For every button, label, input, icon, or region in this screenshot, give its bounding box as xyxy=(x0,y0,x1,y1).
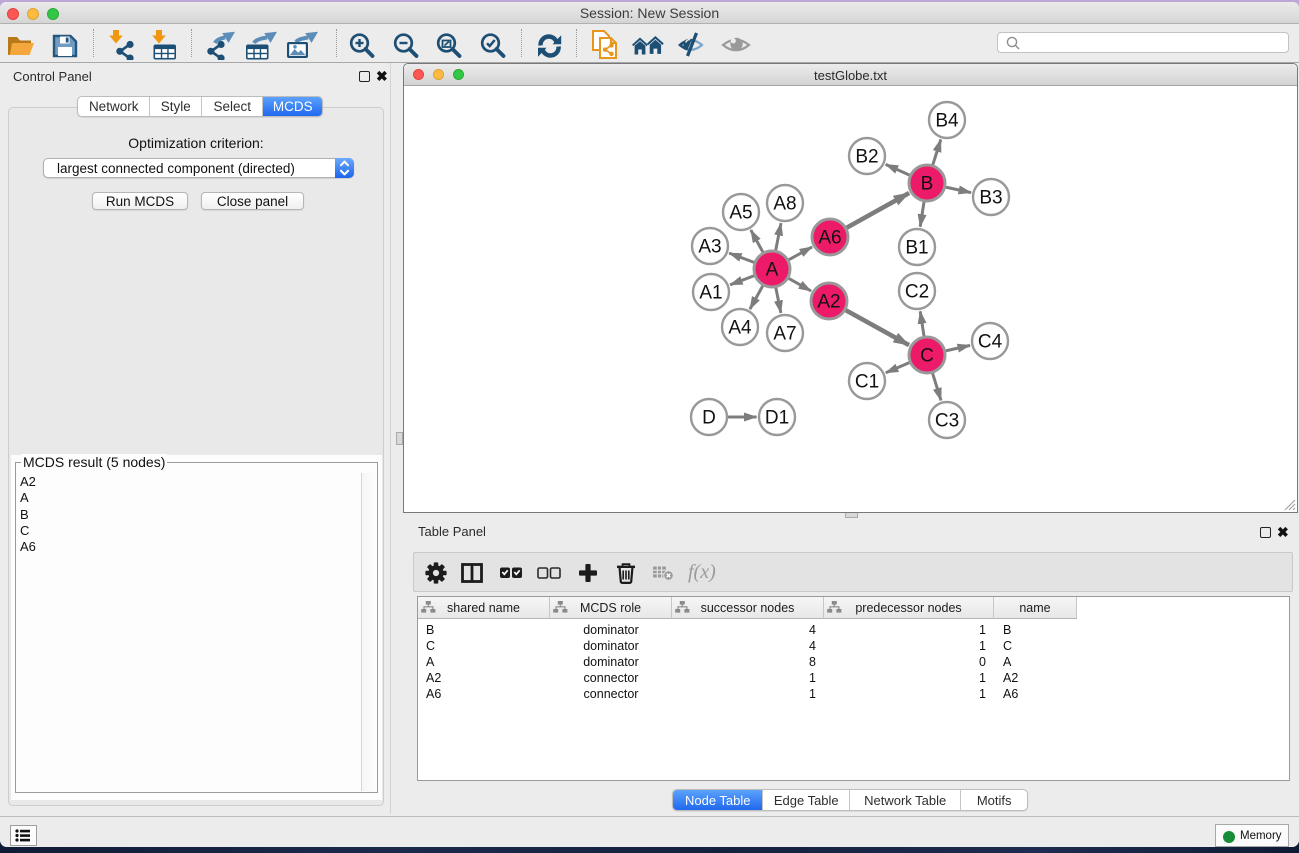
svg-text:B2: B2 xyxy=(855,146,878,167)
svg-text:A3: A3 xyxy=(698,236,721,257)
svg-text:B4: B4 xyxy=(935,110,959,131)
svg-text:D: D xyxy=(702,407,716,428)
svg-text:C3: C3 xyxy=(935,410,959,431)
svg-text:B1: B1 xyxy=(905,237,928,258)
svg-text:A1: A1 xyxy=(699,282,722,303)
svg-text:A: A xyxy=(766,259,779,280)
svg-text:C1: C1 xyxy=(855,371,879,392)
svg-text:C4: C4 xyxy=(978,331,1003,352)
svg-text:B3: B3 xyxy=(979,187,1002,208)
svg-text:A8: A8 xyxy=(773,193,796,214)
svg-text:A7: A7 xyxy=(773,323,796,344)
svg-text:A6: A6 xyxy=(818,227,841,248)
svg-text:A2: A2 xyxy=(817,291,840,312)
svg-text:A4: A4 xyxy=(728,317,752,338)
svg-text:A5: A5 xyxy=(729,202,752,223)
svg-text:C: C xyxy=(920,345,934,366)
svg-text:B: B xyxy=(921,173,934,194)
svg-text:C2: C2 xyxy=(905,281,929,302)
svg-text:D1: D1 xyxy=(765,407,789,428)
